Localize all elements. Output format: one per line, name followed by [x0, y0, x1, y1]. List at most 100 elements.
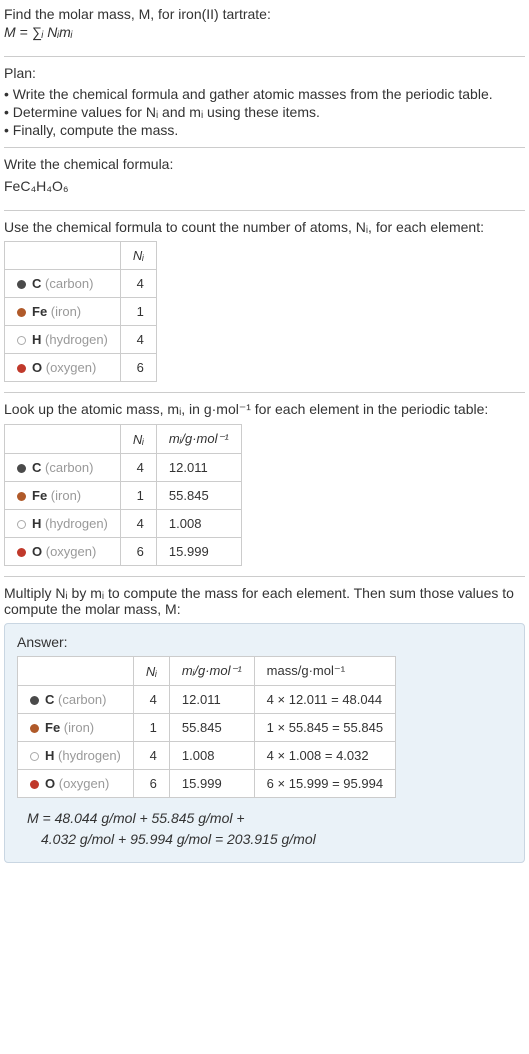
ni-value: 4 [120, 270, 156, 298]
table-row: H (hydrogen) 4 1.008 4 × 1.008 = 4.032 [18, 742, 396, 770]
page-root: Find the molar mass, M, for iron(II) tar… [0, 0, 529, 873]
intro-block: Find the molar mass, M, for iron(II) tar… [4, 6, 525, 48]
mass-calc: 4 × 1.008 = 4.032 [254, 742, 395, 770]
table-row: C (carbon) 4 12.011 [5, 454, 242, 482]
compute-block: Multiply Nᵢ by mᵢ to compute the mass fo… [4, 585, 525, 863]
compute-title: Multiply Nᵢ by mᵢ to compute the mass fo… [4, 585, 525, 617]
divider [4, 392, 525, 393]
divider [4, 147, 525, 148]
oxygen-dot-icon [17, 364, 26, 373]
elem-name: (hydrogen) [58, 748, 121, 763]
chem-formula: FeC₄H₄O₆ [4, 176, 525, 202]
iron-dot-icon [30, 724, 39, 733]
ni-value: 1 [120, 482, 156, 510]
ni-value: 4 [120, 510, 156, 538]
plan-title: Plan: [4, 65, 525, 81]
elem-symbol: O [32, 360, 42, 375]
elem-symbol: C [32, 276, 41, 291]
table-row: H (hydrogen) 4 [5, 326, 157, 354]
chem-title: Write the chemical formula: [4, 156, 525, 172]
count-block: Use the chemical formula to count the nu… [4, 219, 525, 382]
table-row: Fe (iron) 1 55.845 1 × 55.845 = 55.845 [18, 714, 396, 742]
plan-item: • Determine values for Nᵢ and mᵢ using t… [4, 103, 525, 121]
mi-value: 1.008 [156, 510, 241, 538]
count-table: Nᵢ C (carbon) 4 Fe (iron) 1 H (hydrogen)… [4, 241, 157, 382]
answer-table: Nᵢ mᵢ/g·mol⁻¹ mass/g·mol⁻¹ C (carbon) 4 … [17, 656, 396, 798]
mass-calc: 1 × 55.845 = 55.845 [254, 714, 395, 742]
table-row: O (oxygen) 6 15.999 6 × 15.999 = 95.994 [18, 770, 396, 798]
elem-symbol: Fe [32, 488, 47, 503]
ni-value: 6 [133, 770, 169, 798]
mi-value: 15.999 [169, 770, 254, 798]
elem-name: (oxygen) [46, 544, 97, 559]
oxygen-dot-icon [30, 780, 39, 789]
ni-value: 1 [120, 298, 156, 326]
table-header-row: Nᵢ mᵢ/g·mol⁻¹ [5, 425, 242, 454]
elem-symbol: Fe [45, 720, 60, 735]
col-mi: mᵢ/g·mol⁻¹ [169, 657, 254, 686]
table-row: C (carbon) 4 [5, 270, 157, 298]
hydrogen-dot-icon [17, 520, 26, 529]
answer-box: Answer: Nᵢ mᵢ/g·mol⁻¹ mass/g·mol⁻¹ C (ca… [4, 623, 525, 863]
elem-name: (oxygen) [59, 776, 110, 791]
oxygen-dot-icon [17, 548, 26, 557]
divider [4, 576, 525, 577]
col-mass: mass/g·mol⁻¹ [254, 657, 395, 686]
ni-value: 6 [120, 538, 156, 566]
elem-name: (hydrogen) [45, 332, 108, 347]
table-row: Fe (iron) 1 [5, 298, 157, 326]
iron-dot-icon [17, 492, 26, 501]
elem-symbol: H [32, 516, 41, 531]
elem-symbol: O [32, 544, 42, 559]
mi-value: 55.845 [156, 482, 241, 510]
final-line-2: 4.032 g/mol + 95.994 g/mol = 203.915 g/m… [41, 829, 512, 850]
final-line-1: M = 48.044 g/mol + 55.845 g/mol + [27, 808, 512, 829]
carbon-dot-icon [17, 464, 26, 473]
ni-value: 4 [120, 326, 156, 354]
ni-value: 6 [120, 354, 156, 382]
intro-formula: M = ∑ᵢ Nᵢmᵢ [4, 22, 525, 48]
elem-name: (carbon) [58, 692, 106, 707]
plan-block: Plan: • Write the chemical formula and g… [4, 65, 525, 139]
mass-table: Nᵢ mᵢ/g·mol⁻¹ C (carbon) 4 12.011 Fe (ir… [4, 424, 242, 566]
plan-item: • Finally, compute the mass. [4, 121, 525, 139]
mi-value: 55.845 [169, 714, 254, 742]
mass-title: Look up the atomic mass, mᵢ, in g·mol⁻¹ … [4, 401, 525, 418]
table-row: H (hydrogen) 4 1.008 [5, 510, 242, 538]
ni-value: 4 [120, 454, 156, 482]
col-mi: mᵢ/g·mol⁻¹ [156, 425, 241, 454]
hydrogen-dot-icon [30, 752, 39, 761]
hydrogen-dot-icon [17, 336, 26, 345]
table-header-row: Nᵢ mᵢ/g·mol⁻¹ mass/g·mol⁻¹ [18, 657, 396, 686]
plan-list: • Write the chemical formula and gather … [4, 85, 525, 139]
col-ni: Nᵢ [120, 425, 156, 454]
answer-label: Answer: [17, 634, 512, 650]
elem-symbol: O [45, 776, 55, 791]
elem-symbol: H [32, 332, 41, 347]
divider [4, 56, 525, 57]
iron-dot-icon [17, 308, 26, 317]
col-ni: Nᵢ [120, 242, 156, 270]
elem-name: (carbon) [45, 276, 93, 291]
chem-block: Write the chemical formula: FeC₄H₄O₆ [4, 156, 525, 202]
carbon-dot-icon [17, 280, 26, 289]
elem-symbol: H [45, 748, 54, 763]
elem-name: (carbon) [45, 460, 93, 475]
table-row: C (carbon) 4 12.011 4 × 12.011 = 48.044 [18, 686, 396, 714]
table-row: O (oxygen) 6 [5, 354, 157, 382]
mass-calc: 6 × 15.999 = 95.994 [254, 770, 395, 798]
elem-name: (hydrogen) [45, 516, 108, 531]
mass-block: Look up the atomic mass, mᵢ, in g·mol⁻¹ … [4, 401, 525, 566]
mi-value: 12.011 [169, 686, 254, 714]
carbon-dot-icon [30, 696, 39, 705]
elem-symbol: C [32, 460, 41, 475]
mass-calc: 4 × 12.011 = 48.044 [254, 686, 395, 714]
table-row: O (oxygen) 6 15.999 [5, 538, 242, 566]
ni-value: 4 [133, 742, 169, 770]
mi-value: 15.999 [156, 538, 241, 566]
table-header-row: Nᵢ [5, 242, 157, 270]
table-row: Fe (iron) 1 55.845 [5, 482, 242, 510]
elem-symbol: C [45, 692, 54, 707]
mi-value: 1.008 [169, 742, 254, 770]
mi-value: 12.011 [156, 454, 241, 482]
